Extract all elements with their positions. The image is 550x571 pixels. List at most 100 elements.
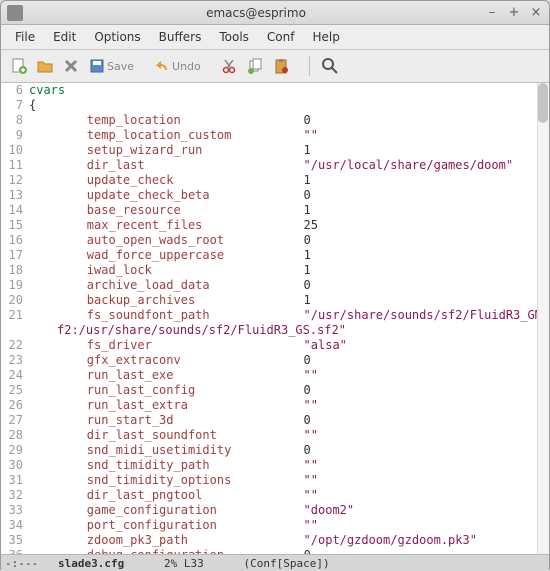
config-key: fs_driver [87,338,152,353]
save-button[interactable]: Save [85,54,138,78]
open-file-button[interactable] [33,54,57,78]
code-line[interactable]: 32 dir_last_pngtool "" [1,488,549,503]
code-line[interactable]: 16 auto_open_wads_root 0 [1,233,549,248]
menu-tools[interactable]: Tools [211,28,257,46]
code-line[interactable]: 25 run_last_config 0 [1,383,549,398]
code-line[interactable]: 36 debug_configuration 0 [1,548,549,554]
config-value: 0 [304,443,311,458]
menu-buffers[interactable]: Buffers [151,28,210,46]
code-line[interactable]: 9 temp_location_custom "" [1,128,549,143]
new-file-button[interactable] [7,54,31,78]
scrollbar[interactable] [537,83,549,554]
config-key: snd_timidity_options [87,473,232,488]
config-value: "" [304,368,318,383]
config-value: 1 [304,173,311,188]
config-key: dir_last [87,158,145,173]
line-number: 7 [1,98,29,113]
config-value: "/usr/local/share/games/doom" [304,158,514,173]
config-key: base_resource [87,203,181,218]
undo-icon [154,58,170,74]
code-line[interactable]: 7{ [1,98,549,113]
cut-button[interactable] [217,54,241,78]
copy-button[interactable] [243,54,267,78]
editor-area[interactable]: 6cvars7{8 temp_location 09 temp_location… [1,83,549,554]
paste-button[interactable] [269,54,293,78]
config-key: fs_soundfont_path [87,308,210,323]
line-number: 6 [1,83,29,98]
close-button[interactable]: × [529,6,543,20]
code-line[interactable]: 20 backup_archives 1 [1,293,549,308]
search-icon [321,57,339,75]
config-key: run_start_3d [87,413,174,428]
config-value: 0 [304,188,311,203]
window-title: emacs@esprimo [27,6,485,20]
line-number: 28 [1,428,29,443]
search-button[interactable] [318,54,342,78]
copy-icon [247,58,263,74]
code-line[interactable]: 28 dir_last_soundfont "" [1,428,549,443]
config-value: "" [304,473,318,488]
code-line[interactable]: 8 temp_location 0 [1,113,549,128]
config-value: 1 [304,293,311,308]
code-line[interactable]: 21 fs_soundfont_path "/usr/share/sounds/… [1,308,549,323]
menu-conf[interactable]: Conf [259,28,303,46]
code-line[interactable]: 27 run_start_3d 0 [1,413,549,428]
code-line[interactable]: 15 max_recent_files 25 [1,218,549,233]
modeline-filename: slade3.cfg [58,557,124,570]
config-value: "" [304,518,318,533]
config-key: debug_configuration [87,548,224,554]
code-line-wrap[interactable]: f2:/usr/share/sounds/sf2/FluidR3_GS.sf2" [1,323,549,338]
code-line[interactable]: 22 fs_driver "alsa" [1,338,549,353]
code-line[interactable]: 11 dir_last "/usr/local/share/games/doom… [1,158,549,173]
line-number: 13 [1,188,29,203]
code-line[interactable]: 34 port_configuration "" [1,518,549,533]
code-line[interactable]: 13 update_check_beta 0 [1,188,549,203]
menu-help[interactable]: Help [304,28,347,46]
config-value: "alsa" [304,338,347,353]
line-number: 33 [1,503,29,518]
config-key: temp_location_custom [87,128,232,143]
menu-file[interactable]: File [7,28,43,46]
menu-edit[interactable]: Edit [45,28,84,46]
code-line[interactable]: 33 game_configuration "doom2" [1,503,549,518]
line-number: 22 [1,338,29,353]
scrollbar-thumb[interactable] [538,83,548,123]
config-value: "/usr/share/sounds/sf2/FluidR3_GM.s [304,308,549,323]
config-value: 0 [304,113,311,128]
line-number: 30 [1,458,29,473]
code-line[interactable]: 35 zdoom_pk3_path "/opt/gzdoom/gzdoom.pk… [1,533,549,548]
config-key: update_check_beta [87,188,210,203]
menu-options[interactable]: Options [86,28,148,46]
config-key: update_check [87,173,174,188]
code-line[interactable]: 26 run_last_extra "" [1,398,549,413]
line-number: 10 [1,143,29,158]
undo-button[interactable]: Undo [150,54,205,78]
config-key: wad_force_uppercase [87,248,224,263]
code-line[interactable]: 31 snd_timidity_options "" [1,473,549,488]
line-number: 18 [1,263,29,278]
code-line[interactable]: 10 setup_wizard_run 1 [1,143,549,158]
minimize-button[interactable]: – [485,6,499,20]
line-number: 34 [1,518,29,533]
code-line[interactable]: 14 base_resource 1 [1,203,549,218]
code-line[interactable]: 24 run_last_exe "" [1,368,549,383]
config-value: 1 [304,203,311,218]
code-line[interactable]: 12 update_check 1 [1,173,549,188]
code-line[interactable]: 17 wad_force_uppercase 1 [1,248,549,263]
config-key: max_recent_files [87,218,203,233]
code-line[interactable]: 29 snd_midi_usetimidity 0 [1,443,549,458]
code-line[interactable]: 6cvars [1,83,549,98]
code-line[interactable]: 23 gfx_extraconv 0 [1,353,549,368]
maximize-button[interactable]: + [507,6,521,20]
modeline-state: -:--- [5,557,38,570]
new-file-icon [10,57,28,75]
config-key: game_configuration [87,503,217,518]
code-line[interactable]: 18 iwad_lock 1 [1,263,549,278]
config-key: zdoom_pk3_path [87,533,188,548]
close-file-button[interactable] [59,54,83,78]
code-line[interactable]: 19 archive_load_data 0 [1,278,549,293]
code-line[interactable]: 30 snd_timidity_path "" [1,458,549,473]
line-number: 31 [1,473,29,488]
line-number: 21 [1,308,29,323]
config-value: "" [304,128,318,143]
